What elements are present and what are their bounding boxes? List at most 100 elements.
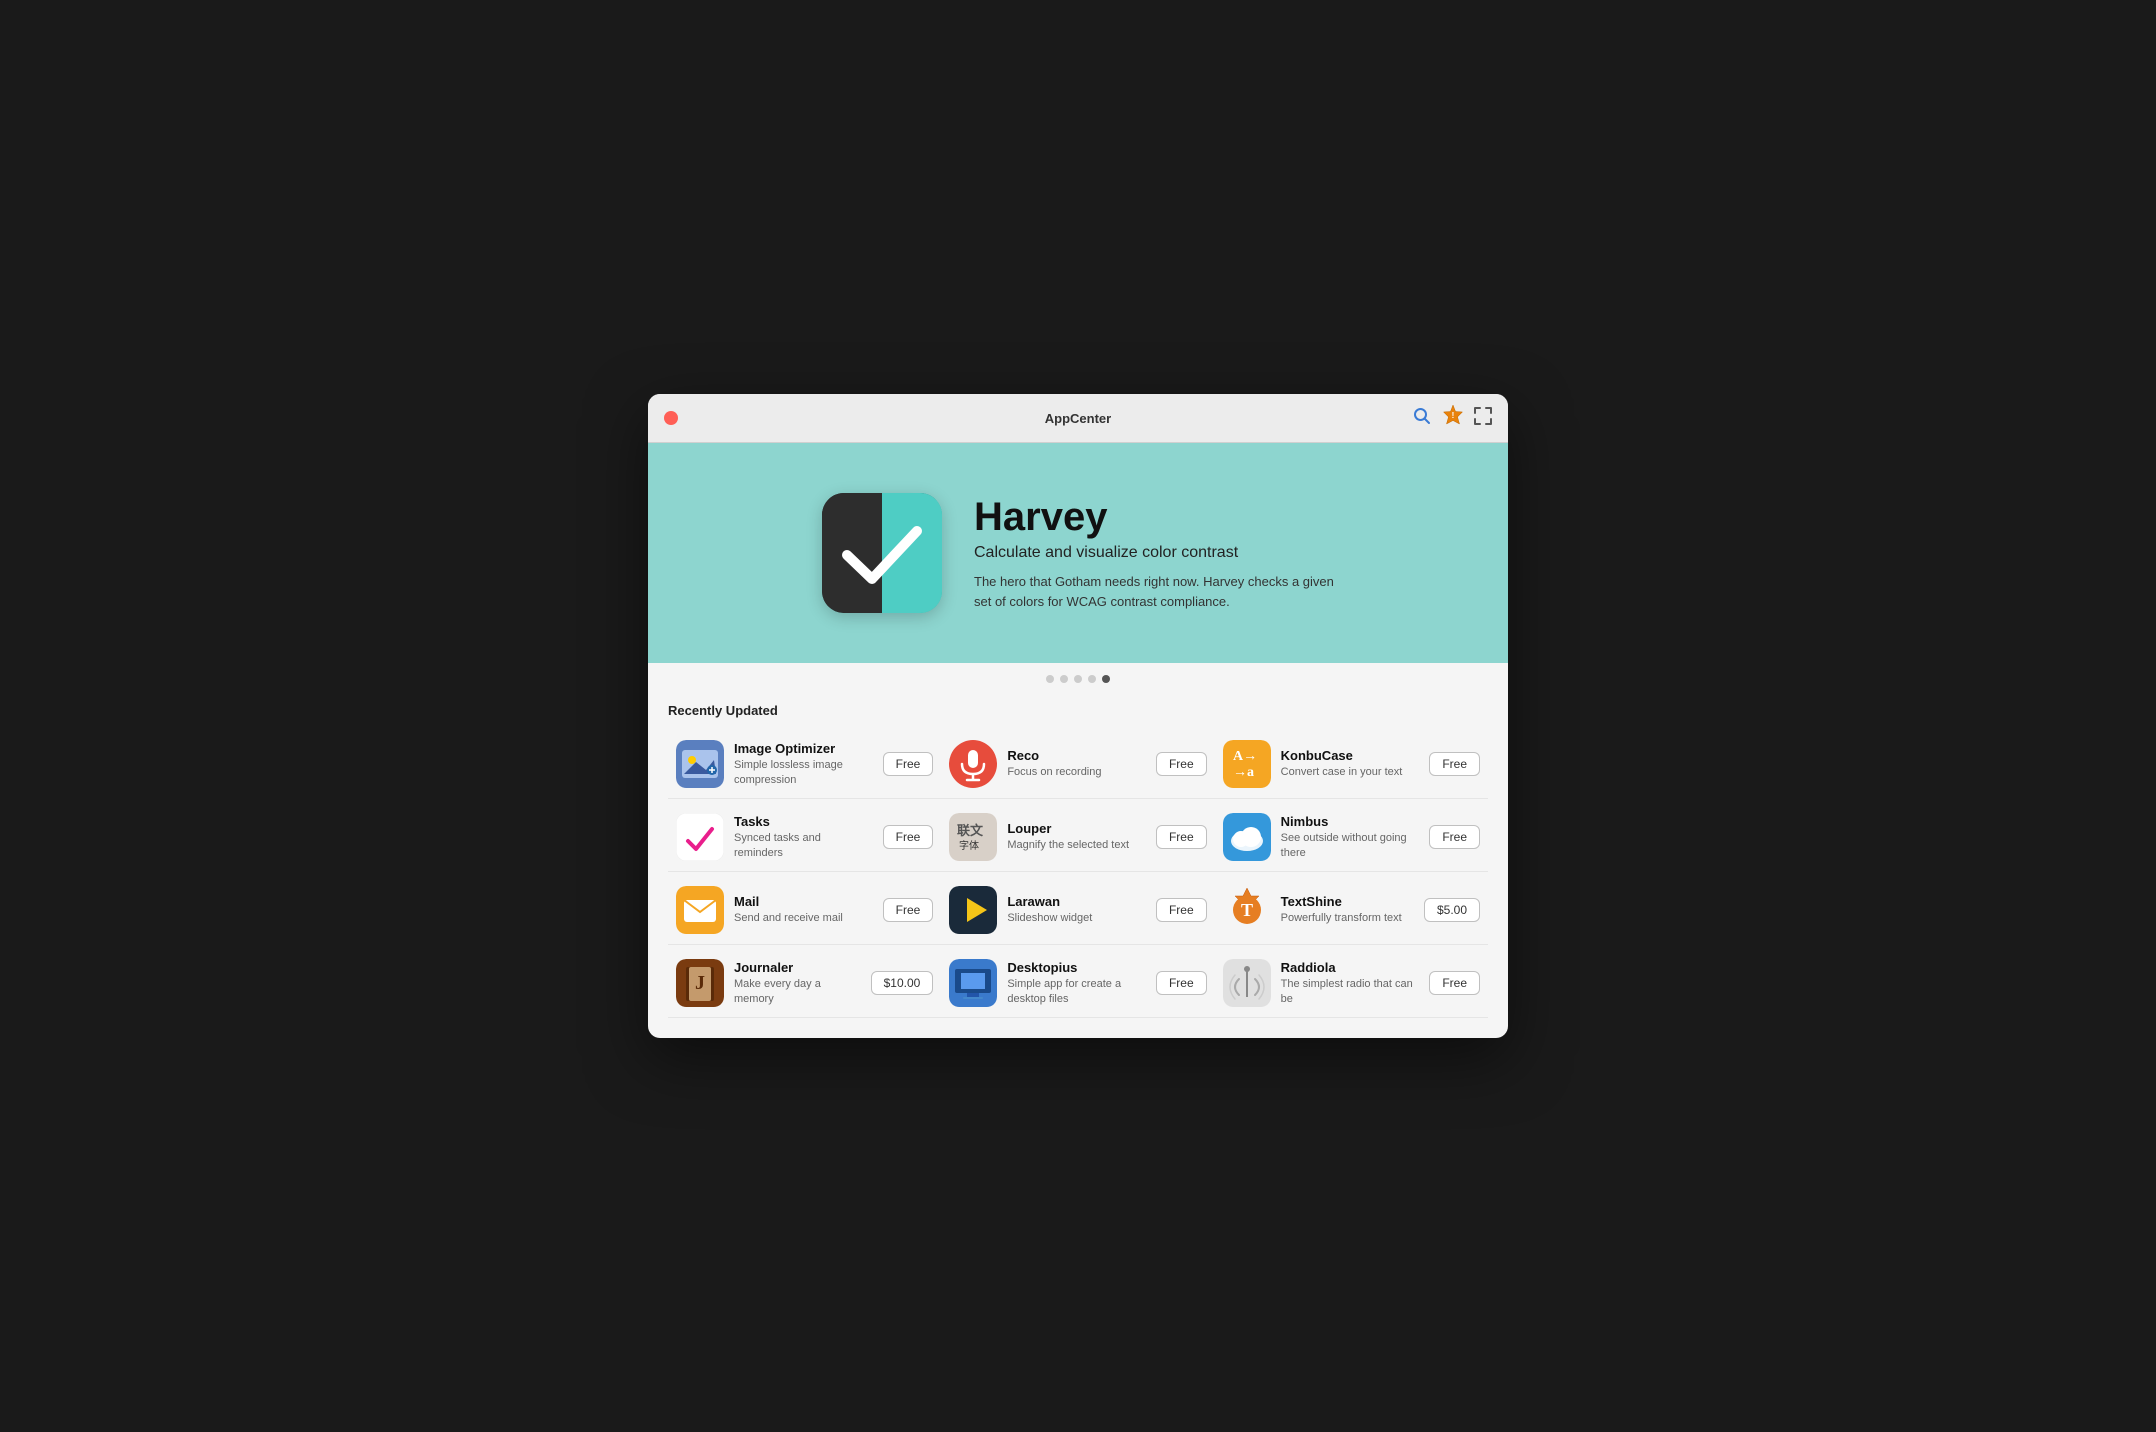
app-desc: Magnify the selected text [1007, 838, 1146, 852]
app-get-button[interactable]: $10.00 [871, 971, 934, 995]
app-get-button[interactable]: Free [1156, 752, 1207, 776]
carousel-dots [648, 663, 1508, 691]
app-get-button[interactable]: Free [1429, 825, 1480, 849]
svg-text:J: J [695, 972, 705, 994]
section-title: Recently Updated [668, 703, 1488, 718]
app-name: Desktopius [1007, 960, 1146, 975]
updates-badge-icon[interactable]: ! [1442, 404, 1464, 432]
app-name: Image Optimizer [734, 741, 873, 756]
list-item: Larawan Slideshow widget Free [941, 876, 1214, 945]
app-icon-larawan [949, 886, 997, 934]
carousel-dot-1[interactable] [1046, 675, 1054, 683]
app-desc: Slideshow widget [1007, 911, 1146, 925]
list-item: Image Optimizer Simple lossless image co… [668, 730, 941, 799]
app-icon-louper: 联文 字体 [949, 813, 997, 861]
app-window: × AppCenter ! [648, 394, 1508, 1038]
app-info-journaler: Journaler Make every day a memory [734, 960, 861, 1006]
svg-text:字体: 字体 [959, 839, 979, 852]
app-get-button[interactable]: Free [883, 752, 934, 776]
app-name: TextShine [1281, 894, 1414, 909]
app-desc: Simple app for create a desktop files [1007, 977, 1146, 1006]
list-item: Desktopius Simple app for create a deskt… [941, 949, 1214, 1018]
app-name: Tasks [734, 814, 873, 829]
svg-text:T: T [1241, 900, 1253, 920]
app-info-desktopius: Desktopius Simple app for create a deskt… [1007, 960, 1146, 1006]
app-info-raddiola: Raddiola The simplest radio that can be [1281, 960, 1420, 1006]
recently-updated-section: Recently Updated Image Optimiz [648, 691, 1508, 1038]
titlebar-actions: ! [1412, 404, 1492, 432]
app-get-button[interactable]: $5.00 [1424, 898, 1480, 922]
app-get-button[interactable]: Free [1156, 825, 1207, 849]
close-button[interactable]: × [664, 411, 678, 425]
app-desc: Simple lossless image compression [734, 758, 873, 787]
app-info-larawan: Larawan Slideshow widget [1007, 894, 1146, 925]
app-desc: Convert case in your text [1281, 765, 1420, 779]
list-item: Nimbus See outside without going there F… [1215, 803, 1488, 872]
app-icon-journaler: J [676, 959, 724, 1007]
app-desc: The simplest radio that can be [1281, 977, 1420, 1006]
svg-text:A→: A→ [1233, 749, 1257, 764]
list-item: 联文 字体 Louper Magnify the selected text F… [941, 803, 1214, 872]
app-icon-mail [676, 886, 724, 934]
app-name: Journaler [734, 960, 861, 975]
expand-icon[interactable] [1474, 407, 1492, 430]
hero-description: The hero that Gotham needs right now. Ha… [974, 572, 1334, 611]
app-info-louper: Louper Magnify the selected text [1007, 821, 1146, 852]
carousel-dot-3[interactable] [1074, 675, 1082, 683]
app-info-nimbus: Nimbus See outside without going there [1281, 814, 1420, 860]
app-get-button[interactable]: Free [883, 898, 934, 922]
app-get-button[interactable]: Free [883, 825, 934, 849]
hero-tagline: Calculate and visualize color contrast [974, 544, 1334, 562]
list-item: Reco Focus on recording Free [941, 730, 1214, 799]
app-get-button[interactable]: Free [1429, 752, 1480, 776]
app-info-mail: Mail Send and receive mail [734, 894, 873, 925]
app-icon-reco [949, 740, 997, 788]
list-item: Raddiola The simplest radio that can be … [1215, 949, 1488, 1018]
app-name: KonbuCase [1281, 748, 1420, 763]
svg-text:→a: →a [1233, 765, 1254, 780]
window-title: AppCenter [1045, 411, 1111, 426]
app-desc: Make every day a memory [734, 977, 861, 1006]
app-name: Nimbus [1281, 814, 1420, 829]
app-get-button[interactable]: Free [1429, 971, 1480, 995]
carousel-dot-4[interactable] [1088, 675, 1096, 683]
hero-banner[interactable]: Harvey Calculate and visualize color con… [648, 443, 1508, 663]
hero-app-name: Harvey [974, 495, 1334, 540]
app-info-tasks: Tasks Synced tasks and reminders [734, 814, 873, 860]
window-controls: × [664, 411, 678, 425]
app-icon-raddiola [1223, 959, 1271, 1007]
app-desc: Synced tasks and reminders [734, 831, 873, 860]
app-desc: See outside without going there [1281, 831, 1420, 860]
carousel-dot-2[interactable] [1060, 675, 1068, 683]
app-info-textshine: TextShine Powerfully transform text [1281, 894, 1414, 925]
app-desc: Focus on recording [1007, 765, 1146, 779]
app-get-button[interactable]: Free [1156, 971, 1207, 995]
search-icon[interactable] [1412, 406, 1432, 431]
carousel-dot-5[interactable] [1102, 675, 1110, 683]
app-icon-nimbus [1223, 813, 1271, 861]
app-name: Raddiola [1281, 960, 1420, 975]
app-name: Larawan [1007, 894, 1146, 909]
hero-text: Harvey Calculate and visualize color con… [974, 495, 1334, 611]
titlebar: × AppCenter ! [648, 394, 1508, 443]
apps-grid: Image Optimizer Simple lossless image co… [668, 730, 1488, 1018]
app-icon-textshine: T [1223, 886, 1271, 934]
app-icon-image-optimizer [676, 740, 724, 788]
app-info-reco: Reco Focus on recording [1007, 748, 1146, 779]
app-name: Louper [1007, 821, 1146, 836]
list-item: Mail Send and receive mail Free [668, 876, 941, 945]
app-get-button[interactable]: Free [1156, 898, 1207, 922]
app-name: Mail [734, 894, 873, 909]
list-item: J Journaler Make every day a memory $10.… [668, 949, 941, 1018]
app-icon-tasks [676, 813, 724, 861]
svg-text:联文: 联文 [957, 823, 984, 838]
app-icon-konbucase: A→ →a [1223, 740, 1271, 788]
list-item: A→ →a KonbuCase Convert case in your tex… [1215, 730, 1488, 799]
list-item: T TextShine Powerfully transform text $5… [1215, 876, 1488, 945]
app-desc: Powerfully transform text [1281, 911, 1414, 925]
app-info-konbucase: KonbuCase Convert case in your text [1281, 748, 1420, 779]
app-icon-desktopius [949, 959, 997, 1007]
list-item: Tasks Synced tasks and reminders Free [668, 803, 941, 872]
app-name: Reco [1007, 748, 1146, 763]
app-desc: Send and receive mail [734, 911, 873, 925]
